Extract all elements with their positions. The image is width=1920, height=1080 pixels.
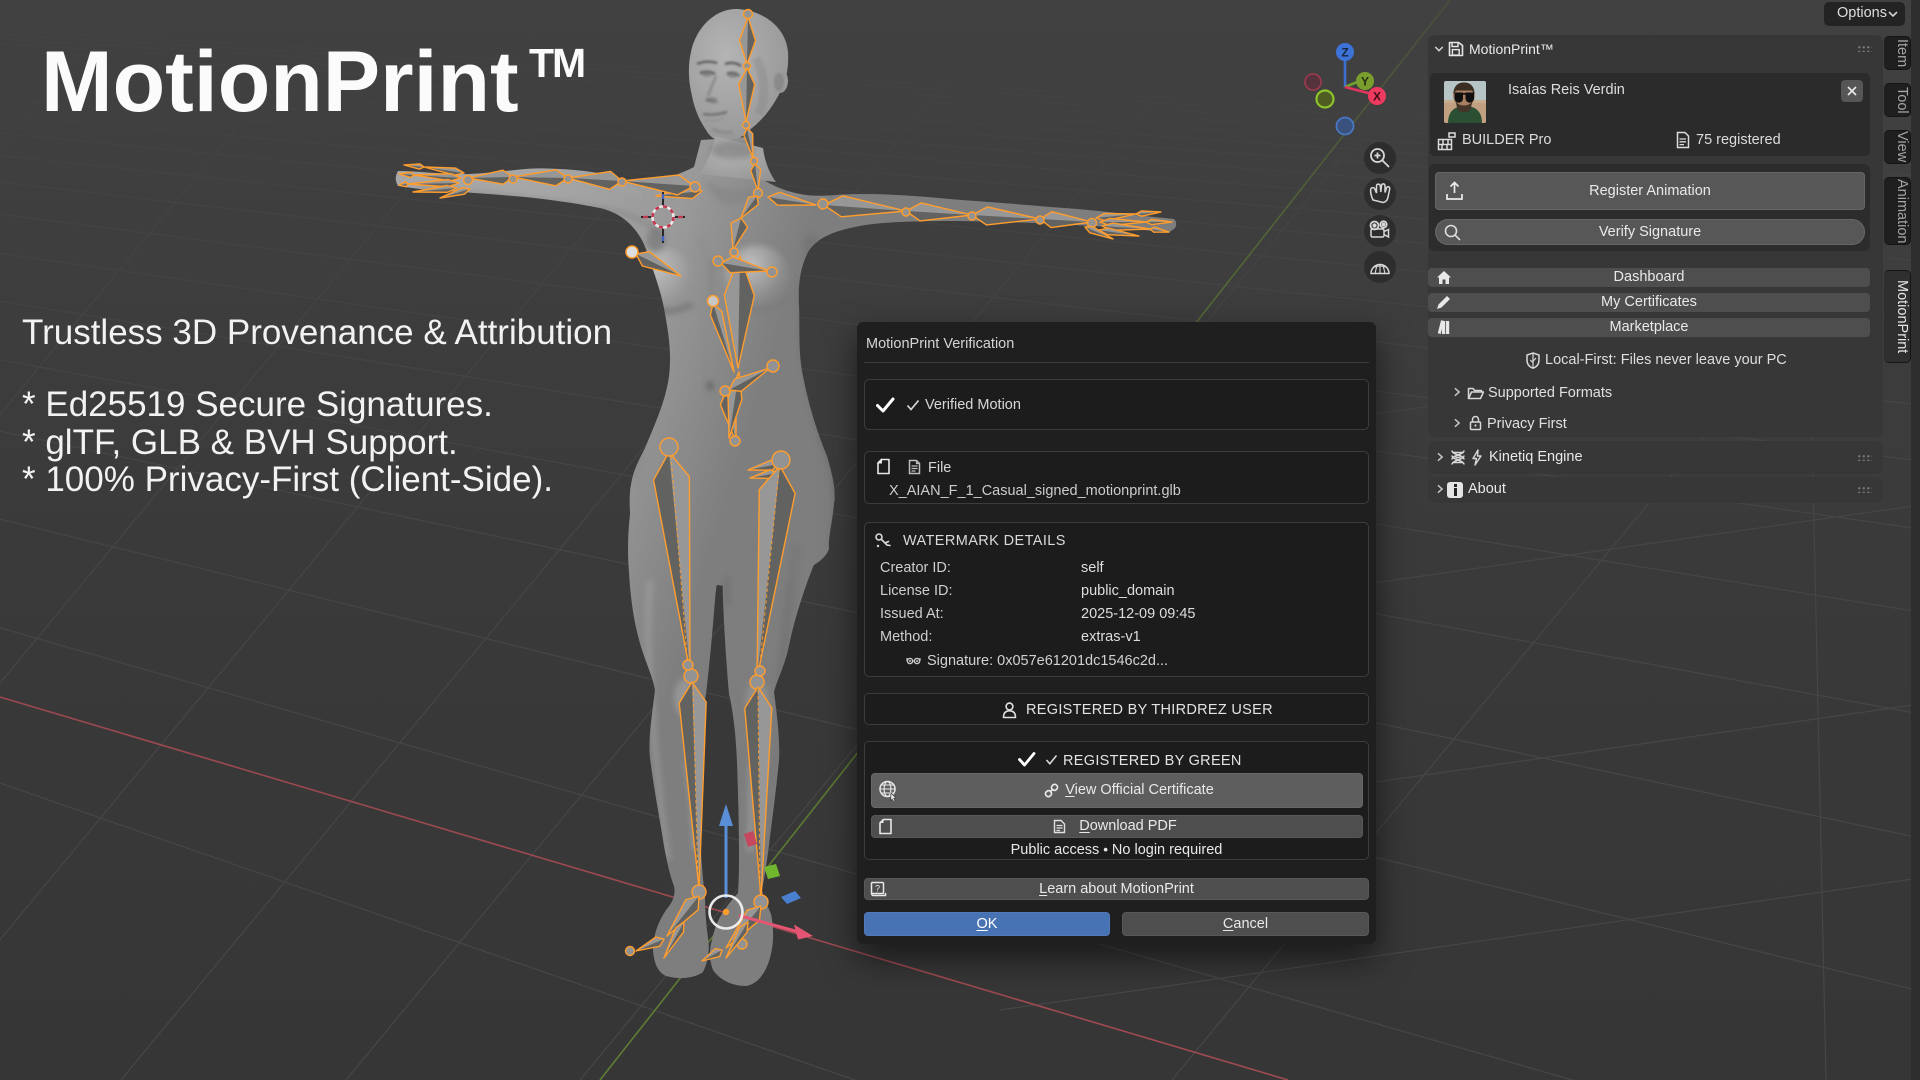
svg-text:?: ? [875,884,880,894]
svg-text:X: X [1373,90,1381,104]
svg-text:Z: Z [1341,46,1348,60]
svg-text:Y: Y [1361,75,1369,89]
